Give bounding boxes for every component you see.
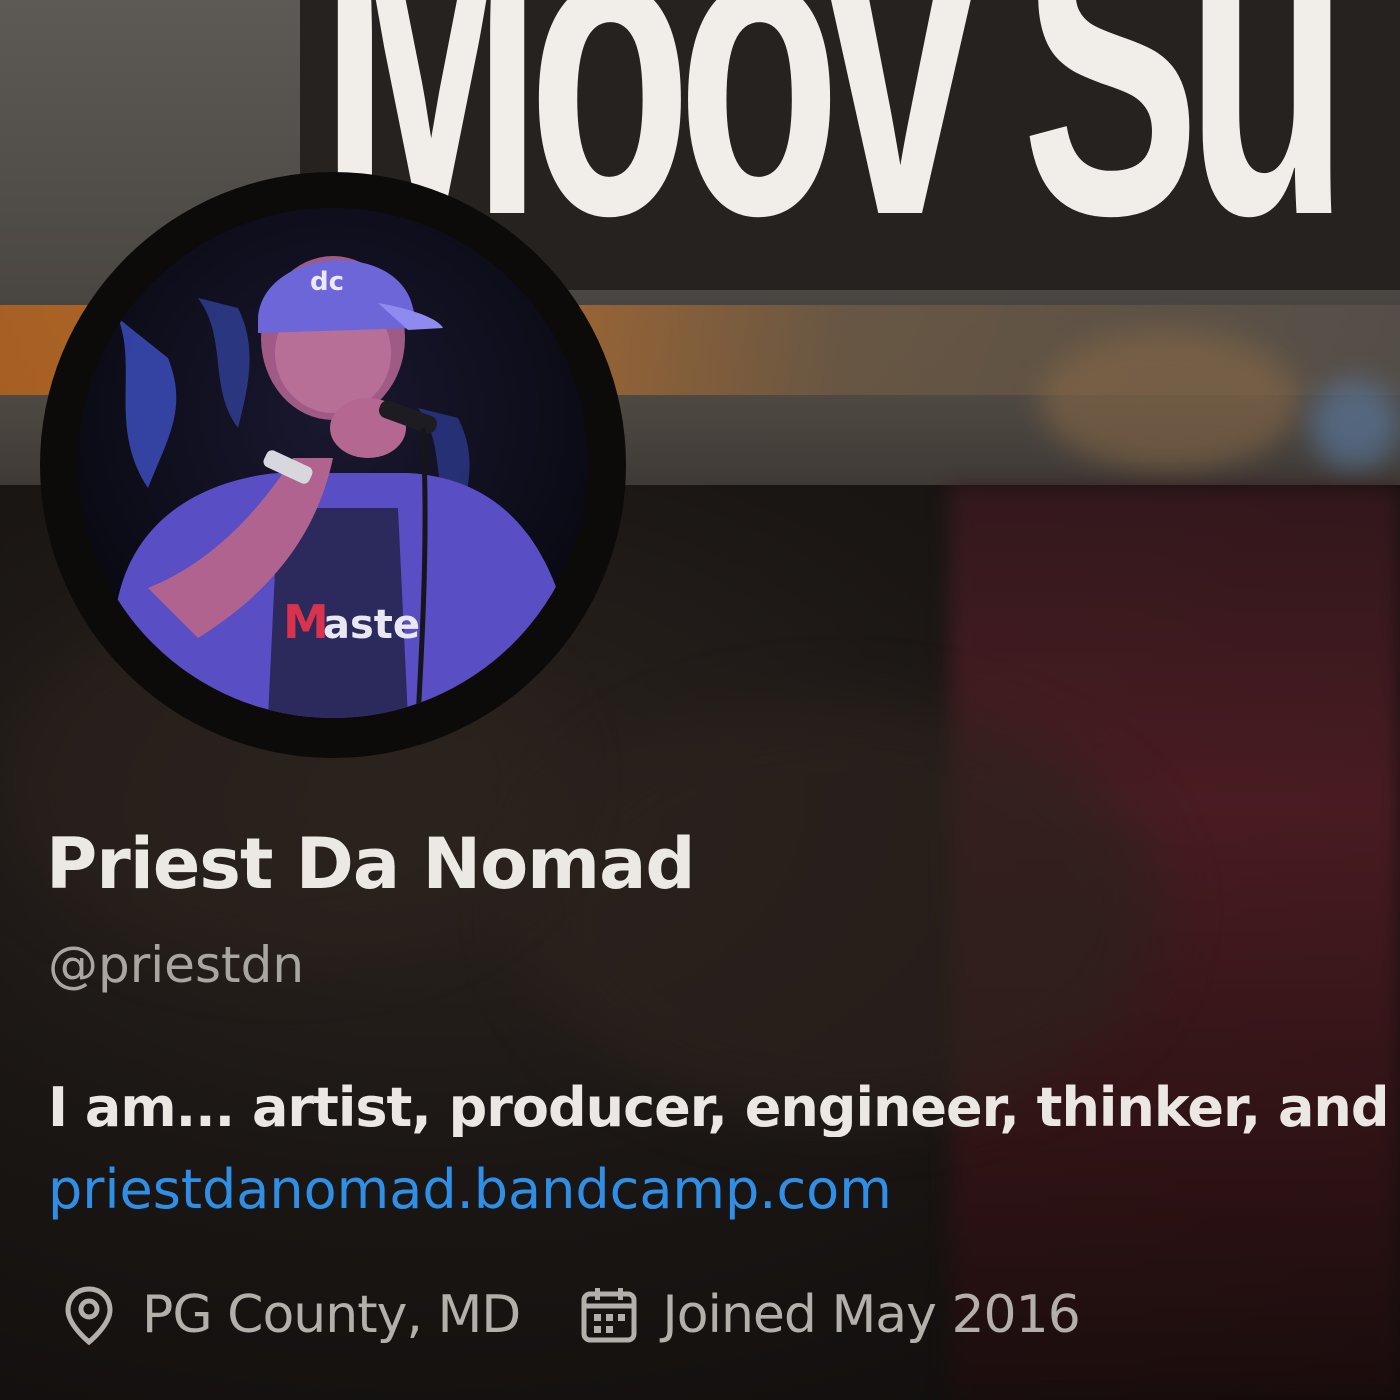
banner-light-blob — [1040, 330, 1300, 470]
joined-date-text: Joined May 2016 — [662, 1285, 1080, 1345]
svg-text:dc: dc — [310, 267, 344, 297]
svg-text:aste: aste — [323, 602, 420, 648]
avatar-photo: M aste dc — [78, 208, 588, 718]
location-item: PG County, MD — [58, 1284, 521, 1346]
profile-screen: Moov Su M aste dc Priest Da Nomad @pries… — [0, 0, 1400, 1400]
map-pin-icon — [65, 1286, 113, 1346]
joined-item: Joined May 2016 — [578, 1284, 1081, 1346]
performer-illustration: M aste dc — [98, 256, 588, 718]
profile-website-link[interactable]: priestdanomad.bandcamp.com — [48, 1160, 892, 1220]
profile-meta-row: PG County, MD Joined May 2016 — [58, 1280, 1138, 1350]
profile-handle: @priestdn — [48, 936, 305, 994]
profile-bio: I am... artist, producer, engineer, thin… — [48, 1078, 1400, 1138]
calendar-icon — [581, 1288, 637, 1343]
location-text: PG County, MD — [142, 1285, 521, 1345]
hand-reflection — [520, 700, 1160, 1120]
svg-text:M: M — [283, 595, 329, 649]
profile-display-name: Priest Da Nomad — [46, 823, 695, 905]
profile-avatar[interactable]: M aste dc — [40, 172, 626, 758]
banner-light-blob — [1310, 380, 1400, 470]
